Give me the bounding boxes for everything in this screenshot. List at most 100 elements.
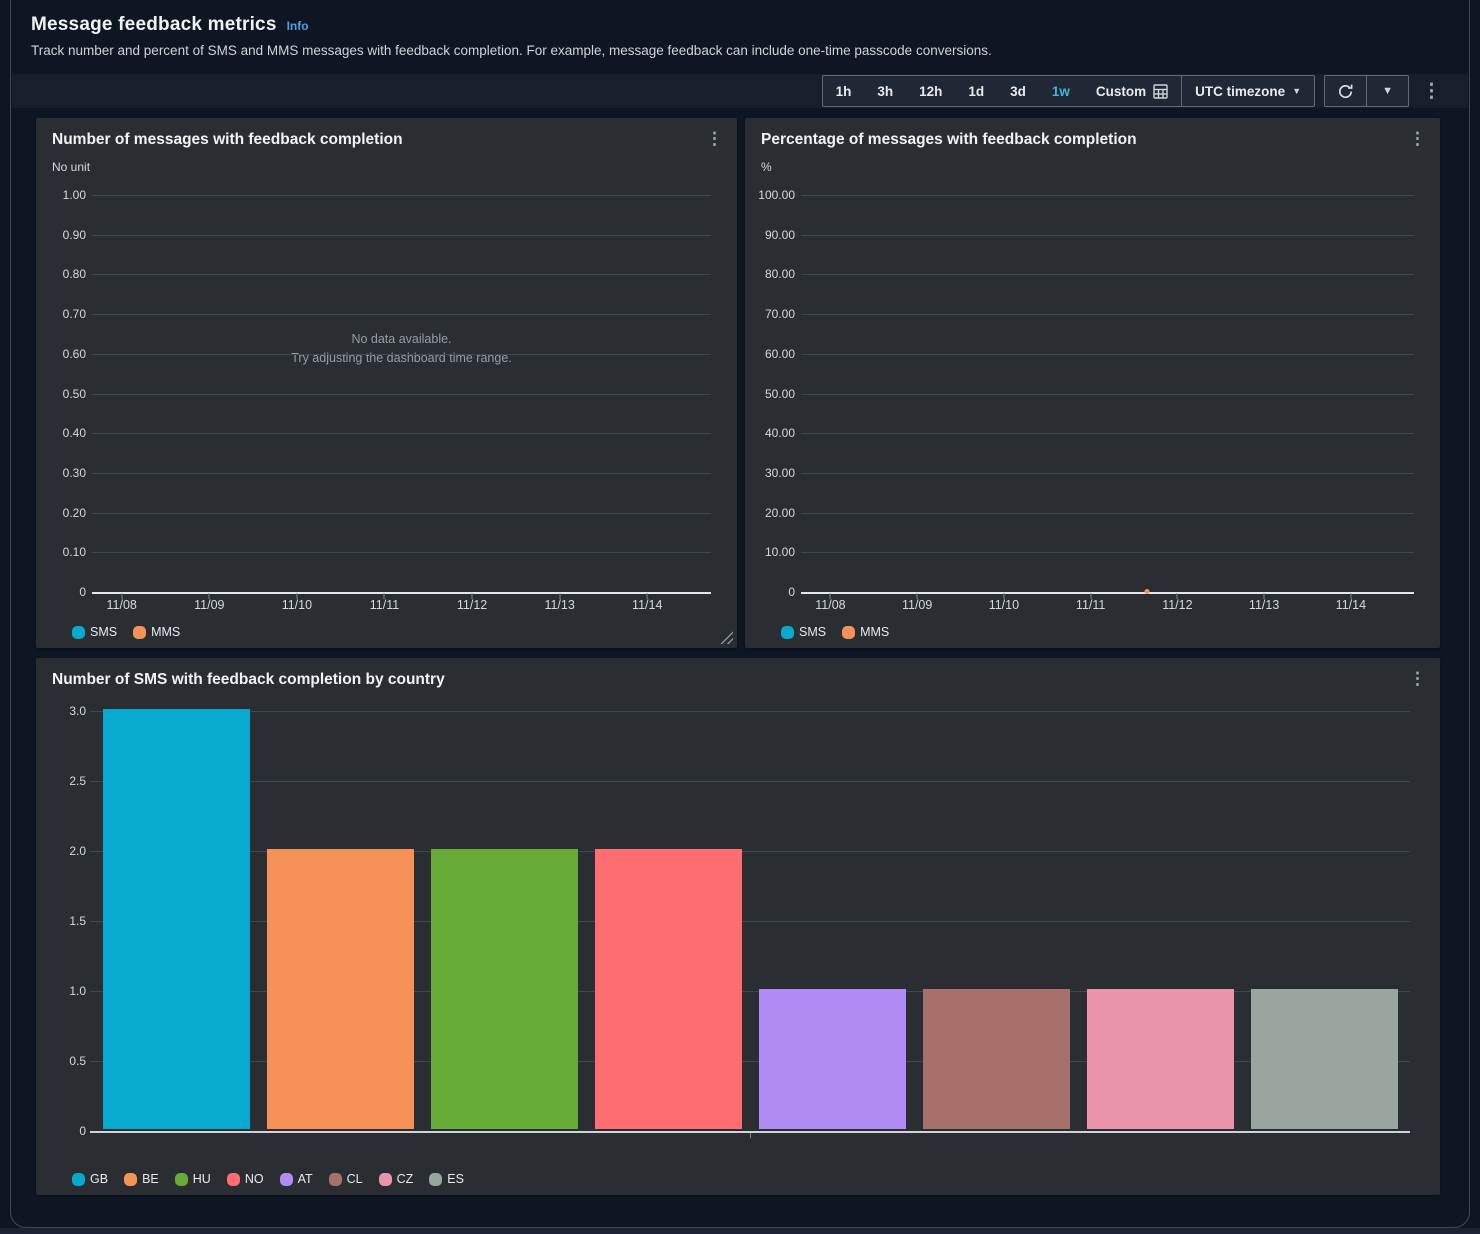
legend-item-be[interactable]: BE [124, 1172, 159, 1186]
panel-sms-by-country: Number of SMS with feedback completion b… [36, 658, 1440, 1195]
bar-GB[interactable] [103, 709, 250, 1129]
legend-label: CZ [397, 1172, 414, 1186]
y-axis: 100.0090.0080.0070.0060.0050.0040.0030.0… [751, 195, 795, 592]
legend-item-mms[interactable]: MMS [842, 625, 889, 639]
bar-ES[interactable] [1251, 989, 1398, 1129]
panel-menu-button[interactable]: ⋮ [1403, 128, 1432, 149]
y-tick-label: 100.00 [758, 188, 795, 202]
legend-swatch [133, 626, 146, 639]
legend-swatch [280, 1173, 293, 1186]
y-tick-label: 0 [788, 585, 795, 599]
legend-swatch [781, 626, 794, 639]
y-tick-label: 0 [79, 585, 86, 599]
time-range-button-1w[interactable]: 1w [1039, 76, 1083, 106]
legend-item-es[interactable]: ES [429, 1172, 464, 1186]
legend-swatch [429, 1173, 442, 1186]
panel-menu-button[interactable]: ⋮ [700, 128, 729, 149]
bottom-strip [0, 1228, 1480, 1234]
toolbar-menu-button[interactable]: ⋮ [1418, 82, 1445, 101]
legend-swatch [124, 1173, 137, 1186]
gridline [801, 195, 1414, 196]
legend-item-cz[interactable]: CZ [379, 1172, 414, 1186]
gridline [92, 513, 711, 514]
x-axis: 11/0811/0911/1011/1111/1211/1311/14 [92, 598, 711, 614]
legend-item-gb[interactable]: GB [72, 1172, 108, 1186]
legend-item-at[interactable]: AT [280, 1172, 313, 1186]
y-tick-label: 0.80 [63, 267, 86, 281]
gridline [92, 552, 711, 553]
x-tick-label: 11/12 [457, 598, 487, 612]
bar-BE[interactable] [267, 849, 414, 1129]
bar-CL[interactable] [923, 989, 1070, 1129]
y-tick-label: 70.00 [765, 307, 795, 321]
gridline [801, 274, 1414, 275]
y-tick-label: 80.00 [765, 267, 795, 281]
legend-item-mms[interactable]: MMS [133, 625, 180, 639]
legend-swatch [72, 626, 85, 639]
x-tick-label: 11/10 [282, 598, 312, 612]
refresh-options-button[interactable]: ▼ [1367, 76, 1408, 106]
info-link[interactable]: Info [287, 19, 309, 33]
legend-item-cl[interactable]: CL [329, 1172, 363, 1186]
y-tick-label: 0.70 [63, 307, 86, 321]
y-tick-label: 0.60 [63, 347, 86, 361]
gridline [92, 473, 711, 474]
plot-area [90, 711, 1410, 1131]
bar-AT[interactable] [759, 989, 906, 1129]
y-tick-label: 0.20 [63, 506, 86, 520]
x-tick-label: 11/08 [107, 598, 137, 612]
time-range-button-1h[interactable]: 1h [823, 76, 865, 106]
dashboard-toolbar: 1h3h12h1d3d1w Custom UTC timezone ▼ ▼ [12, 74, 1468, 108]
gridline [92, 314, 711, 315]
legend-swatch [72, 1173, 85, 1186]
panel-menu-button[interactable]: ⋮ [1403, 668, 1432, 689]
x-tick-label: 11/08 [815, 598, 845, 612]
data-point-mms[interactable] [1144, 589, 1149, 594]
gridline [92, 235, 711, 236]
refresh-button[interactable] [1325, 76, 1366, 106]
y-tick-label: 50.00 [765, 387, 795, 401]
legend-item-sms[interactable]: SMS [72, 625, 117, 639]
y-tick-label: 1.0 [69, 984, 86, 998]
x-axis-line [90, 1131, 1410, 1133]
x-tick-label: 11/10 [989, 598, 1019, 612]
y-axis: 3.02.52.01.51.00.50 [42, 711, 86, 1131]
gridline [801, 433, 1414, 434]
y-tick-label: 90.00 [765, 228, 795, 242]
gridline [92, 433, 711, 434]
legend-label: AT [298, 1172, 313, 1186]
legend-item-sms[interactable]: SMS [781, 625, 826, 639]
x-tick-label: 11/09 [902, 598, 932, 612]
y-tick-label: 1.00 [63, 188, 86, 202]
gridline [801, 394, 1414, 395]
bar-CZ[interactable] [1087, 989, 1234, 1129]
legend-item-hu[interactable]: HU [175, 1172, 211, 1186]
legend-item-no[interactable]: NO [227, 1172, 264, 1186]
time-range-button-1d[interactable]: 1d [955, 76, 997, 106]
y-tick-label: 0.90 [63, 228, 86, 242]
bar-NO[interactable] [595, 849, 742, 1129]
x-tick-label: 11/09 [194, 598, 224, 612]
time-range-button-3d[interactable]: 3d [997, 76, 1039, 106]
x-tick-label: 11/13 [544, 598, 574, 612]
bar-HU[interactable] [431, 849, 578, 1129]
x-tick-label: 11/12 [1162, 598, 1192, 612]
no-data-message: No data available. Try adjusting the das… [92, 330, 711, 369]
gridline [92, 195, 711, 196]
legend-label: SMS [90, 625, 117, 639]
panel-title: Number of messages with feedback complet… [52, 131, 403, 149]
time-range-group: 1h3h12h1d3d1w Custom UTC timezone ▼ [822, 75, 1316, 107]
time-range-button-12h[interactable]: 12h [906, 76, 955, 106]
y-axis: 1.000.900.800.700.600.500.400.300.200.10… [42, 195, 86, 592]
custom-range-button[interactable]: Custom [1083, 76, 1181, 106]
gridline [801, 513, 1414, 514]
x-tick-label: 11/14 [1336, 598, 1366, 612]
resize-handle[interactable] [720, 631, 733, 644]
x-axis-line [92, 592, 711, 594]
time-range-button-3h[interactable]: 3h [864, 76, 906, 106]
gridline [92, 354, 711, 355]
legend-label: GB [90, 1172, 108, 1186]
timezone-select[interactable]: UTC timezone ▼ [1182, 76, 1314, 106]
page-header: Message feedback metrics Info Track numb… [31, 14, 1440, 58]
custom-range-label: Custom [1096, 84, 1146, 99]
